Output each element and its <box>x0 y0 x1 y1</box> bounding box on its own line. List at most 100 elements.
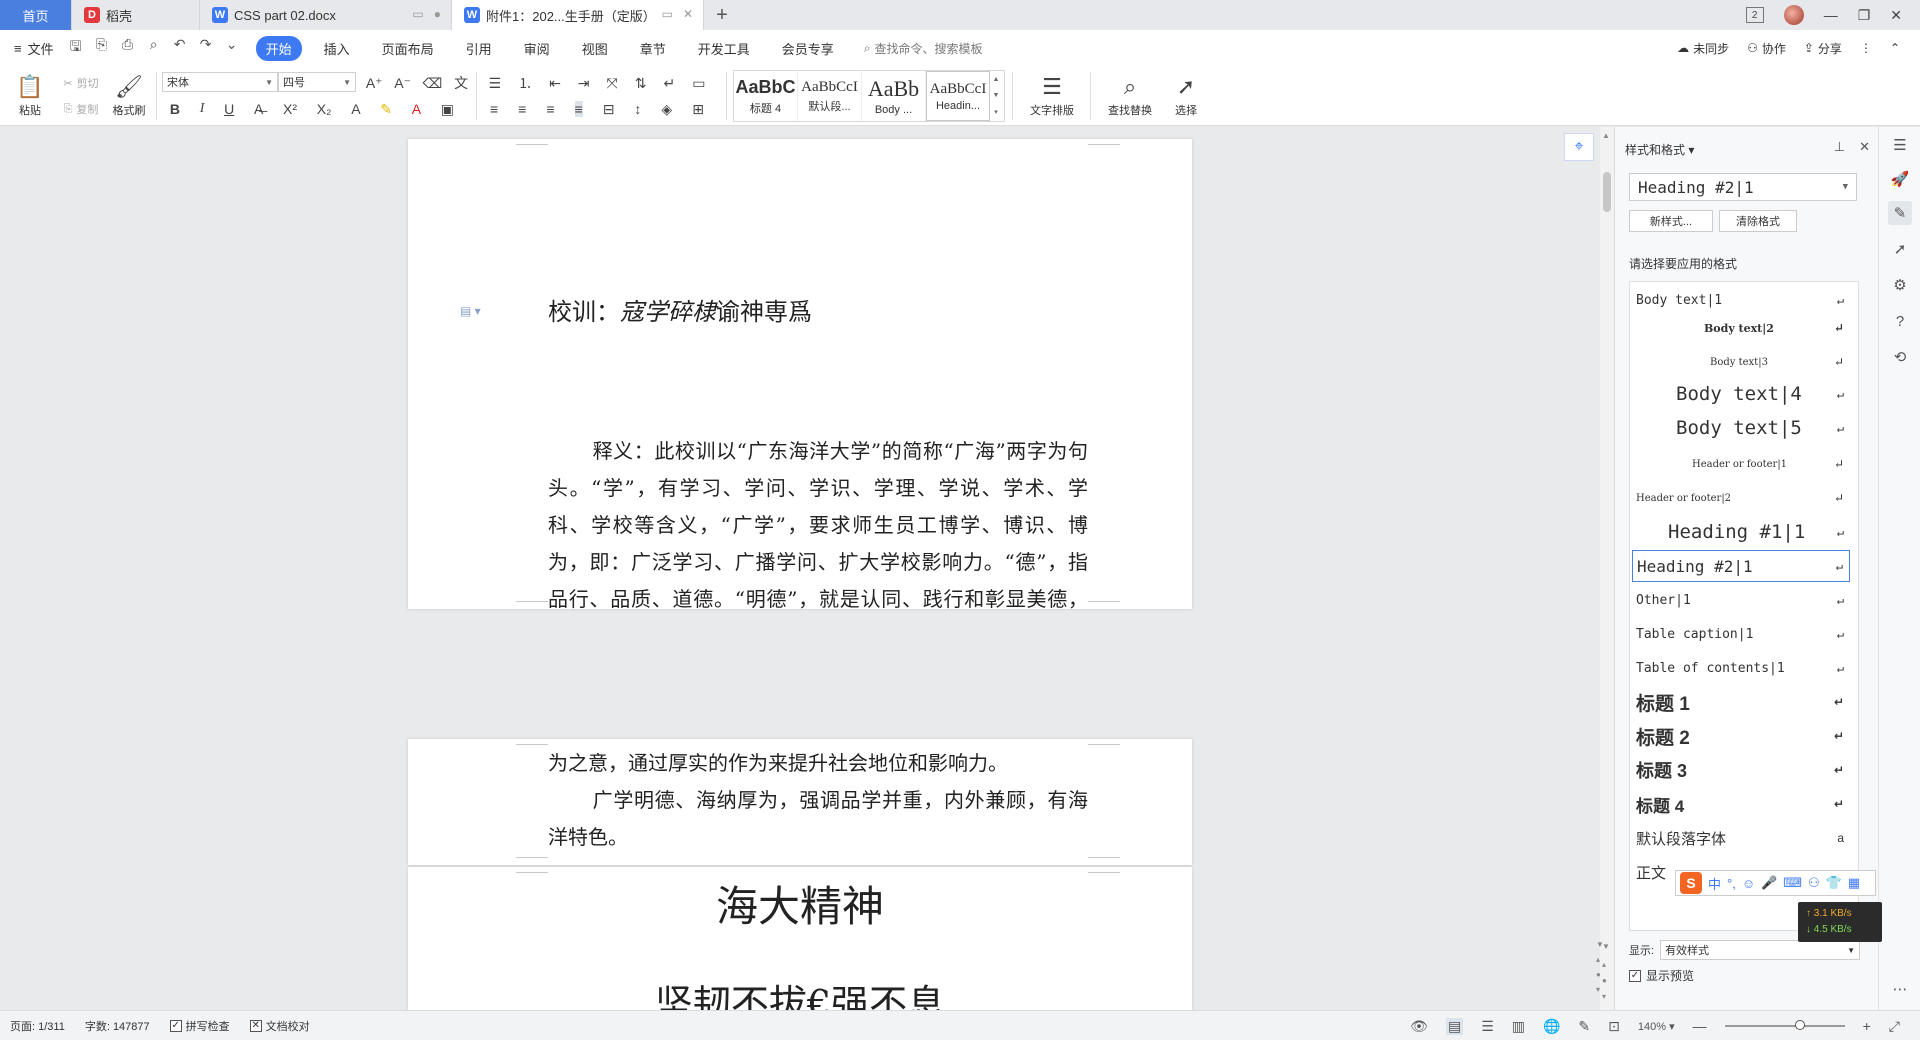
close-window-icon[interactable]: ✕ <box>1890 7 1902 24</box>
emoji-icon[interactable]: ☺ <box>1742 876 1755 891</box>
show-preview-checkbox[interactable]: ✓ 显示预览 <box>1629 967 1694 984</box>
proofread-button[interactable]: ✕ 文档校对 <box>249 1018 310 1034</box>
window-count-icon[interactable]: 2 <box>1745 7 1764 23</box>
select-browse-icon[interactable]: ● <box>1596 970 1604 979</box>
more-dots-icon[interactable]: ⋯ <box>1888 977 1912 1001</box>
zoom-in-icon[interactable]: + <box>1863 1018 1871 1034</box>
find-replace-button[interactable]: ⌕ 查找替换 <box>1100 70 1160 122</box>
menu-review[interactable]: 审阅 <box>514 36 560 61</box>
cursor-icon[interactable]: ➚ <box>1888 237 1912 261</box>
new-tab-button[interactable]: + <box>704 0 740 30</box>
format-painter-button[interactable]: 🖌 格式刷 <box>108 70 150 122</box>
align-right-icon[interactable]: ≡ <box>546 101 554 117</box>
share-button[interactable]: ⇪ 分享 <box>1804 40 1842 57</box>
style-gallery-item[interactable]: AaBb Body ... <box>862 71 926 121</box>
menu-home[interactable]: 开始 <box>255 35 302 61</box>
gallery-expand-icon[interactable]: ▾ <box>994 108 998 116</box>
style-list-item[interactable]: Body text|2 ↵ <box>1632 312 1850 344</box>
zoom-slider[interactable] <box>1724 1020 1845 1030</box>
skin-icon[interactable]: 👕 <box>1826 875 1842 891</box>
minimize-icon[interactable]: — <box>1824 7 1838 23</box>
print-icon[interactable]: ⎙ <box>120 36 136 60</box>
bold-icon[interactable]: B <box>170 101 180 117</box>
checkbox-checked-icon[interactable]: ✓ <box>1629 969 1641 982</box>
locate-button[interactable]: ⌖ <box>1564 133 1594 161</box>
fit-page-icon[interactable]: ⊡ <box>1608 1018 1620 1035</box>
style-list-item[interactable]: Body text|5 ↵ <box>1632 412 1850 444</box>
document-scrollbar[interactable]: ▲ ▼ ▴ ● ▾ <box>1600 127 1614 1010</box>
menu-references[interactable]: 引用 <box>456 36 502 61</box>
shrink-font-icon[interactable]: A⁻ <box>394 75 411 92</box>
current-style-select[interactable]: Heading #2|1 ▼ <box>1629 173 1857 201</box>
increase-indent-icon[interactable]: ⇥ <box>578 75 590 92</box>
justify-icon[interactable]: ≡ <box>574 101 583 117</box>
restore-icon[interactable]: ❐ <box>1858 7 1871 24</box>
eye-protection-icon[interactable]: 👁 <box>1410 1018 1428 1035</box>
web-view-icon[interactable]: 🌐 <box>1543 1018 1560 1035</box>
rocket-icon[interactable]: 🚀 <box>1888 167 1912 191</box>
font-size-select[interactable]: 四号 ▼ <box>278 72 356 92</box>
style-list-item[interactable]: 默认段落字体 a <box>1632 822 1850 854</box>
collapse-rail-icon[interactable]: ☰ <box>1888 133 1912 157</box>
file-menu[interactable]: ≡ 文件 <box>14 39 54 58</box>
clear-format-button[interactable]: 清除格式 <box>1719 210 1797 232</box>
menu-developer[interactable]: 开发工具 <box>688 36 760 61</box>
decrease-indent-icon[interactable]: ⇤ <box>549 75 561 92</box>
print-preview-icon[interactable]: ⌕ <box>146 36 162 60</box>
subscript-icon[interactable]: X₂ <box>317 101 332 117</box>
cut-button[interactable]: ✂ 剪切 <box>56 72 106 94</box>
page-view-icon[interactable]: ▤ <box>1445 1017 1464 1035</box>
pin-icon[interactable]: ⊥ <box>1834 139 1845 155</box>
tab-home[interactable]: 首页 <box>0 0 72 30</box>
style-list-item[interactable]: 标题 3 ↵ <box>1632 754 1850 786</box>
word-count[interactable]: 字数: 147877 <box>85 1018 150 1034</box>
document-page[interactable]: 海大精神 坚韧不拔€强不息 <box>408 867 1192 1010</box>
pen-icon[interactable]: ✎ <box>1888 201 1912 225</box>
gallery-scroll[interactable]: ▲ ▼ ▾ <box>990 71 1002 121</box>
tab-document-css[interactable]: W CSS part 02.docx ▭ ● <box>200 0 452 30</box>
line-spacing-icon[interactable]: ↕ <box>634 101 641 117</box>
bullet-list-icon[interactable]: ☰ <box>489 75 502 92</box>
help-icon[interactable]: ? <box>1888 309 1912 333</box>
style-list-item[interactable]: Table of contents|1 ↵ <box>1632 652 1850 684</box>
close-pane-icon[interactable]: ✕ <box>1859 139 1870 155</box>
style-list-item[interactable]: 标题 4 ↵ <box>1632 788 1850 820</box>
text-layout-button[interactable]: ☰ 文字排版 <box>1022 70 1082 122</box>
sort-icon[interactable]: ⇅ <box>635 75 647 92</box>
backup-icon[interactable]: ⟲ <box>1888 345 1912 369</box>
fullscreen-icon[interactable]: ⤢ <box>1889 1018 1900 1035</box>
font-color-icon[interactable]: A <box>412 101 421 117</box>
align-left-icon[interactable]: ≡ <box>490 101 498 117</box>
scroll-down-icon[interactable]: ▼ <box>1596 940 1604 949</box>
table-lines-icon[interactable]: ▭ <box>692 75 705 92</box>
spell-check-toggle[interactable]: ✓ 拼写检查 <box>169 1018 230 1034</box>
highlight-icon[interactable]: ✎ <box>380 101 392 118</box>
scroll-up-icon[interactable]: ▲ <box>1602 131 1610 140</box>
style-list-item[interactable]: 标题 1 ↵ <box>1632 686 1850 718</box>
write-mode-icon[interactable]: ✎ <box>1578 1018 1590 1035</box>
style-gallery-item[interactable]: AaBbCcI 默认段... <box>798 71 862 121</box>
document-page[interactable]: ▤ ▾ 校训：寇学碎棣谕神専爲 释义：此校训以“广东海洋大学”的简称“广海”两字… <box>408 139 1192 611</box>
style-list-item[interactable]: Heading #1|1 ↵ <box>1632 516 1850 548</box>
zoom-level[interactable]: 140% ▾ <box>1638 1020 1675 1033</box>
strikethrough-icon[interactable]: A̶ <box>254 101 263 117</box>
menu-membership[interactable]: 会员专享 <box>772 36 844 61</box>
style-gallery-item[interactable]: AaBbCcI Headin... <box>926 71 990 121</box>
redo-icon[interactable]: ↷ <box>198 36 214 60</box>
style-list-item[interactable]: Body text|4 ↵ <box>1632 378 1850 410</box>
menu-section[interactable]: 章节 <box>630 36 676 61</box>
menu-insert[interactable]: 插入 <box>314 36 360 61</box>
zoom-slider-knob[interactable] <box>1794 1020 1805 1030</box>
punctuation-icon[interactable]: °, <box>1727 876 1736 891</box>
next-page-icon[interactable]: ▾ <box>1596 985 1604 994</box>
page-indicator[interactable]: 页面: 1/311 <box>10 1018 65 1034</box>
style-list-item[interactable]: Body text|3 ↵ <box>1632 346 1850 378</box>
shading-icon[interactable]: ◈ <box>661 101 672 118</box>
keyboard-icon[interactable]: ⌨ <box>1783 875 1802 891</box>
style-gallery-item[interactable]: AaBbC 标题 4 <box>734 71 798 121</box>
italic-icon[interactable]: I <box>200 101 205 117</box>
copy-button[interactable]: ⎘ 复制 <box>56 98 106 120</box>
numbered-list-icon[interactable]: ⒈ <box>518 73 532 93</box>
save-icon[interactable]: 🖫 <box>68 36 84 60</box>
grow-font-icon[interactable]: A⁺ <box>366 75 383 92</box>
